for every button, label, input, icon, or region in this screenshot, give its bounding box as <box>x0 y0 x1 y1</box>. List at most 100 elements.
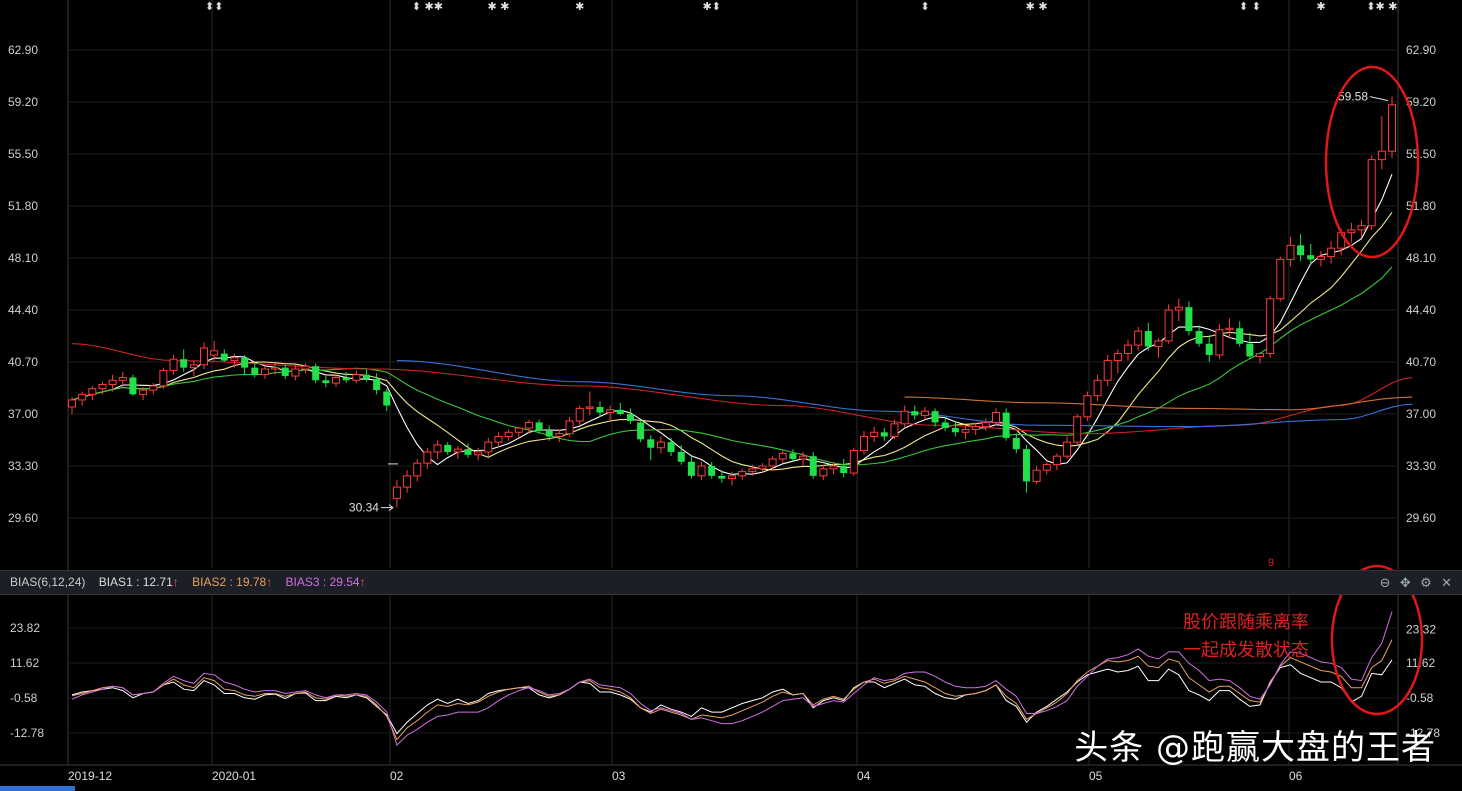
candle-down <box>535 422 543 431</box>
candle-down <box>342 377 350 381</box>
candle-up <box>474 451 483 456</box>
scroll-indicator <box>0 786 75 791</box>
candle-up <box>108 379 117 385</box>
candle-up <box>260 368 269 376</box>
indicator-name[interactable]: BIAS(6,12,24) <box>10 575 85 589</box>
candle-down <box>941 422 949 429</box>
low-price-label: 30.34 <box>349 501 379 515</box>
watermark: 头条 @跑赢大盘的王者 <box>1074 728 1436 768</box>
candle-down <box>677 451 685 462</box>
candle-up <box>1276 258 1285 300</box>
candle-up <box>738 471 747 477</box>
candle-up <box>1063 441 1072 457</box>
candle-up <box>778 452 787 460</box>
candle-up <box>332 376 340 384</box>
price-tick-right: 44.40 <box>1406 303 1436 317</box>
date-label-dec: 2019-12 <box>68 769 113 783</box>
bias-tick-left: 11.62 <box>10 656 39 670</box>
candle-up <box>301 365 310 370</box>
event-marker: ⬍ <box>920 0 929 13</box>
moving-average-lines <box>71 173 1413 475</box>
candle-up <box>494 435 503 443</box>
candle-down <box>911 411 919 416</box>
candle-up <box>748 468 757 473</box>
candle-down <box>1307 255 1315 260</box>
candle-up <box>291 368 300 377</box>
candle-up <box>1357 225 1366 231</box>
candle-up <box>981 421 990 428</box>
candle-down <box>545 430 553 437</box>
candle-up <box>433 444 442 453</box>
candle-up <box>1367 159 1376 227</box>
candle-up <box>849 450 858 474</box>
candle-up <box>860 435 868 452</box>
collapse-icon[interactable]: ⊖ <box>1380 571 1391 594</box>
candle-up <box>1347 229 1356 234</box>
candle-down <box>251 367 259 375</box>
move-icon[interactable]: ✥ <box>1400 571 1411 594</box>
event-marker: ⬍⬍ <box>205 0 223 13</box>
ma-line-ma60 <box>71 343 1413 435</box>
candle-up <box>961 428 970 433</box>
candle-up <box>870 431 879 437</box>
price-tick-right: 62.90 <box>1406 43 1436 57</box>
date-label-apr: 04 <box>857 769 871 783</box>
candle-down <box>951 428 959 433</box>
candle-up <box>1377 150 1386 161</box>
price-tick-left: 33.30 <box>8 459 38 473</box>
candle-up <box>453 448 462 453</box>
candle-down <box>687 461 695 476</box>
price-tick-left: 29.60 <box>8 511 38 525</box>
price-tick-right: 37.00 <box>1406 407 1436 421</box>
candle-up <box>524 421 533 429</box>
candle-down <box>718 475 726 479</box>
candle-down <box>667 442 675 452</box>
candle-up <box>768 458 777 467</box>
candle-up <box>1124 344 1132 355</box>
candle-up <box>1052 455 1061 466</box>
candle-up <box>819 468 828 477</box>
candle-up <box>1174 306 1183 311</box>
candle-up <box>403 475 412 488</box>
candle-down <box>1185 307 1193 332</box>
candle-down <box>383 391 391 406</box>
date-label-may: 05 <box>1089 769 1103 783</box>
candle-up <box>1042 464 1051 471</box>
event-marker: ⬍✱ ✱ <box>1366 0 1397 13</box>
candle-down <box>241 357 249 368</box>
price-tick-right: 55.50 <box>1406 147 1436 161</box>
indicator-controls: ⊖ ✥ ⚙ ✕ <box>1374 571 1452 595</box>
bias2-value: BIAS2 : 19.78↑ <box>192 575 273 589</box>
close-icon[interactable]: ✕ <box>1441 571 1452 594</box>
candle-up <box>585 406 594 409</box>
candle-up <box>169 358 178 371</box>
candle-down <box>1297 245 1305 256</box>
candle-up <box>1266 298 1275 355</box>
settings-icon[interactable]: ⚙ <box>1420 571 1432 594</box>
bias3-value: BIAS3 : 29.54↑ <box>285 575 366 589</box>
event-marker: ✱⬍ <box>702 0 720 13</box>
candle-down <box>931 411 939 423</box>
ma-line-ma10 <box>71 211 1393 471</box>
candle-up <box>971 426 980 430</box>
candle-up <box>758 465 767 470</box>
price-tick-right: 40.70 <box>1406 355 1436 369</box>
price-tick-left: 62.90 <box>8 43 38 57</box>
candle-down <box>464 449 472 455</box>
candle-up <box>1256 353 1264 357</box>
ma-line-ma250 <box>904 396 1413 411</box>
note-line-2: 一起成发散状态 <box>1183 640 1309 661</box>
price-tick-right: 33.30 <box>1406 459 1436 473</box>
candle-up <box>230 357 239 362</box>
candle-down <box>281 367 289 377</box>
candle-up <box>565 420 574 435</box>
price-tick-right: 48.10 <box>1406 251 1436 265</box>
price-axis: 62.90 62.9059.20 59.2055.50 55.5051.80 51.80… <box>8 43 1436 525</box>
candle-up <box>1113 353 1122 362</box>
date-label-jun: 06 <box>1289 769 1303 783</box>
price-tick-left: 44.40 <box>8 303 38 317</box>
price-tick-left: 40.70 <box>8 355 38 369</box>
price-tick-left: 55.50 <box>8 147 38 161</box>
candle-up <box>118 376 127 381</box>
candle-up <box>139 389 148 395</box>
